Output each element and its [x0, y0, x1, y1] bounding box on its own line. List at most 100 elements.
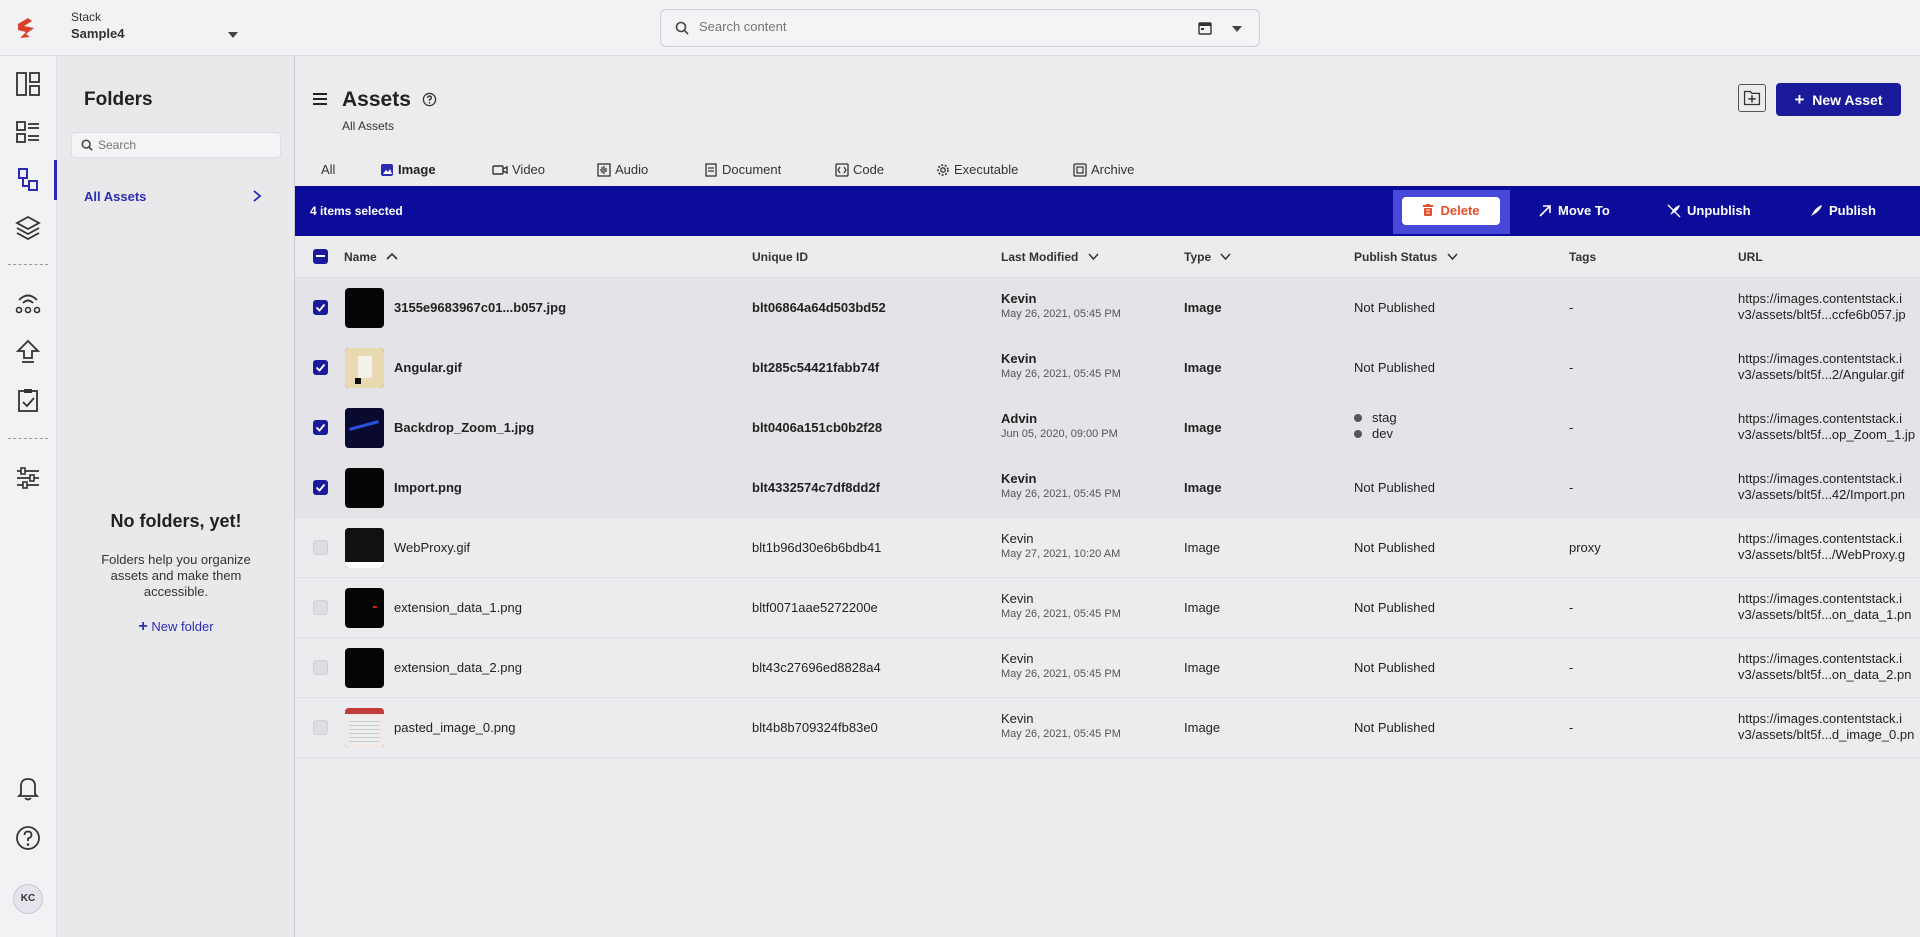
modified-by: Kevin	[1001, 591, 1034, 606]
unpublish-button[interactable]: Unpublish	[1667, 203, 1751, 218]
asset-thumbnail[interactable]	[345, 528, 384, 568]
delete-button[interactable]: Delete	[1402, 197, 1500, 225]
asset-url[interactable]: https://images.contentstack.i v3/assets/b…	[1738, 291, 1906, 323]
table-row[interactable]: 3155e9683967c01...b057.jpg blt06864a64d5…	[295, 278, 1920, 338]
help-icon[interactable]	[422, 92, 437, 107]
row-checkbox[interactable]	[313, 540, 328, 555]
asset-thumbnail[interactable]	[345, 588, 384, 628]
asset-url[interactable]: https://images.contentstack.i v3/assets/b…	[1738, 531, 1905, 563]
asset-name[interactable]: 3155e9683967c01...b057.jpg	[394, 300, 566, 315]
hamburger-menu-icon[interactable]	[313, 93, 327, 105]
tab-code[interactable]: Code	[835, 150, 884, 190]
help-icon[interactable]	[14, 824, 42, 852]
tab-label: Executable	[954, 162, 1019, 177]
dashboard-icon[interactable]	[14, 70, 42, 98]
search-filter-caret-icon[interactable]	[1232, 26, 1242, 32]
content-models-icon[interactable]	[14, 214, 42, 242]
row-checkbox[interactable]	[313, 480, 328, 495]
asset-name[interactable]: Backdrop_Zoom_1.jpg	[394, 420, 534, 435]
asset-uid: blt43c27696ed8828a4	[752, 660, 881, 675]
table-row[interactable]: pasted_image_0.png blt4b8b709324fb83e0 K…	[295, 698, 1920, 758]
asset-thumbnail[interactable]	[345, 468, 384, 508]
tab-document[interactable]: Document	[704, 150, 781, 190]
new-asset-button[interactable]: + New Asset	[1776, 83, 1901, 116]
move-to-button[interactable]: Move To	[1538, 203, 1610, 218]
asset-url[interactable]: https://images.contentstack.i v3/assets/b…	[1738, 711, 1914, 743]
column-name-header[interactable]: Name	[344, 250, 398, 264]
tasks-icon[interactable]	[14, 386, 42, 414]
modified-date: May 26, 2021, 05:45 PM	[1001, 368, 1121, 380]
upload-folder-icon[interactable]	[1738, 84, 1766, 112]
calendar-filter-icon[interactable]	[1198, 20, 1212, 36]
search-input[interactable]	[699, 19, 1119, 34]
table-row[interactable]: Import.png blt4332574c7df8dd2f Kevin May…	[295, 458, 1920, 518]
tab-archive[interactable]: Archive	[1073, 150, 1134, 190]
tab-executable[interactable]: Executable	[936, 150, 1018, 190]
row-checkbox[interactable]	[313, 600, 328, 615]
asset-url[interactable]: https://images.contentstack.i v3/assets/b…	[1738, 471, 1905, 503]
global-search[interactable]	[660, 9, 1260, 47]
asset-url[interactable]: https://images.contentstack.i v3/assets/b…	[1738, 351, 1904, 383]
url-line: v3/assets/blt5f...ccfe6b057.jp	[1738, 307, 1906, 322]
breadcrumb[interactable]: All Assets	[342, 119, 394, 133]
user-avatar[interactable]: KC	[13, 884, 43, 914]
asset-url[interactable]: https://images.contentstack.i v3/assets/b…	[1738, 591, 1911, 623]
asset-name[interactable]: pasted_image_0.png	[394, 720, 515, 735]
stack-label: Stack	[71, 10, 102, 24]
tab-video[interactable]: Video	[492, 150, 545, 190]
folder-search-input[interactable]	[98, 138, 268, 152]
asset-thumbnail[interactable]	[345, 708, 384, 748]
column-modified-header[interactable]: Last Modified	[1001, 250, 1099, 264]
asset-thumbnail[interactable]	[345, 648, 384, 688]
row-checkbox[interactable]	[313, 300, 328, 315]
assets-icon[interactable]	[14, 166, 42, 194]
stack-caret-icon[interactable]	[228, 32, 238, 38]
webhooks-icon[interactable]	[14, 288, 42, 316]
table-row[interactable]: Backdrop_Zoom_1.jpg blt0406a151cb0b2f28 …	[295, 398, 1920, 458]
column-status-header[interactable]: Publish Status	[1354, 250, 1458, 264]
stack-switcher[interactable]: Stack Sample4	[71, 10, 124, 41]
row-checkbox[interactable]	[313, 720, 328, 735]
column-uid-header[interactable]: Unique ID	[752, 250, 808, 264]
chevron-right-icon[interactable]	[252, 189, 262, 203]
all-assets-link[interactable]: All Assets	[84, 189, 146, 204]
asset-url[interactable]: https://images.contentstack.i v3/assets/b…	[1738, 651, 1911, 683]
settings-sliders-icon[interactable]	[14, 464, 42, 492]
asset-name[interactable]: extension_data_1.png	[394, 600, 522, 615]
new-folder-button[interactable]: + New folder	[57, 618, 295, 636]
asset-name[interactable]: Angular.gif	[394, 360, 462, 375]
publish-status: Not Published	[1354, 540, 1435, 555]
asset-name[interactable]: extension_data_2.png	[394, 660, 522, 675]
document-icon	[705, 163, 717, 177]
asset-tags: proxy	[1569, 540, 1601, 555]
column-label: Last Modified	[1001, 250, 1079, 264]
folder-search[interactable]	[71, 132, 281, 158]
tab-all[interactable]: All	[321, 150, 345, 190]
asset-url[interactable]: https://images.contentstack.i v3/assets/b…	[1738, 411, 1915, 443]
column-type-header[interactable]: Type	[1184, 250, 1232, 264]
contentstack-logo-icon[interactable]	[14, 14, 42, 42]
publish-queue-icon[interactable]	[14, 338, 42, 366]
table-row[interactable]: extension_data_2.png blt43c27696ed8828a4…	[295, 638, 1920, 698]
notifications-bell-icon[interactable]	[14, 774, 42, 802]
row-checkbox[interactable]	[313, 660, 328, 675]
table-row[interactable]: WebProxy.gif blt1b96d30e6b6bdb41 Kevin M…	[295, 518, 1920, 578]
column-url-header[interactable]: URL	[1738, 250, 1763, 264]
row-checkbox[interactable]	[313, 360, 328, 375]
row-checkbox[interactable]	[313, 420, 328, 435]
column-tags-header[interactable]: Tags	[1569, 250, 1596, 264]
asset-thumbnail[interactable]	[345, 408, 384, 448]
url-line: https://images.contentstack.i	[1738, 711, 1903, 726]
asset-name[interactable]: WebProxy.gif	[394, 540, 470, 555]
asset-name[interactable]: Import.png	[394, 480, 462, 495]
asset-thumbnail[interactable]	[345, 348, 384, 388]
publish-button[interactable]: Publish	[1809, 203, 1876, 218]
arrow-up-right-icon	[1539, 205, 1551, 217]
tab-image[interactable]: Image	[369, 150, 463, 190]
asset-thumbnail[interactable]	[345, 288, 384, 328]
select-all-checkbox[interactable]	[313, 249, 328, 264]
table-row[interactable]: extension_data_1.png bltf0071aae5272200e…	[295, 578, 1920, 638]
tab-audio[interactable]: Audio	[597, 150, 648, 190]
entries-icon[interactable]	[14, 118, 42, 146]
table-row[interactable]: Angular.gif blt285c54421fabb74f Kevin Ma…	[295, 338, 1920, 398]
